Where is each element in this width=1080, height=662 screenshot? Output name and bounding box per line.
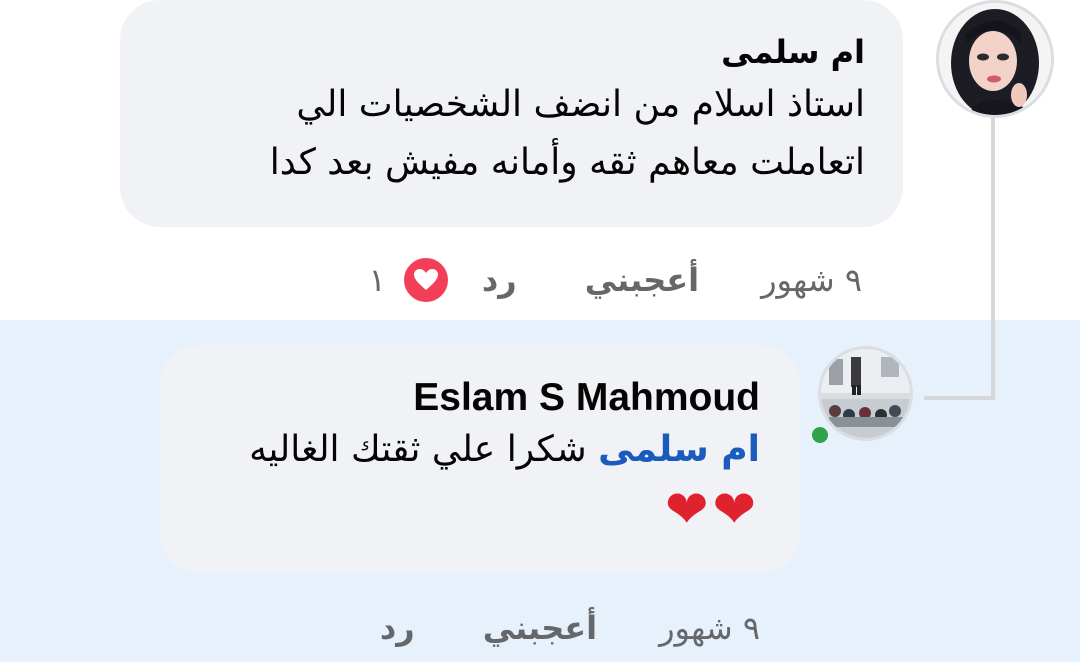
comment-bubble[interactable]: ام سلمى استاذ اسلام من انضف الشخصيات الي… [120, 0, 903, 227]
reply-message: شكرا علي ثقتك الغاليه [249, 429, 587, 470]
comment-thread: ام سلمى استاذ اسلام من انضف الشخصيات الي… [0, 0, 1080, 662]
reply-actions: ٩ شهور أعجبني رد [380, 600, 760, 656]
like-button[interactable]: أعجبني [483, 609, 597, 647]
like-button[interactable]: أعجبني [585, 261, 699, 299]
replier-avatar-image [821, 349, 910, 438]
reply-timestamp[interactable]: ٩ شهور [659, 609, 760, 647]
commenter-avatar[interactable] [936, 0, 1054, 118]
reply-bubble[interactable]: Eslam S Mahmoud ام سلمى شكرا علي ثقتك ال… [160, 345, 800, 573]
comment-timestamp[interactable]: ٩ شهور [761, 261, 862, 299]
reply-text: ام سلمى شكرا علي ثقتك الغاليه [190, 421, 760, 479]
reply-button[interactable]: رد [380, 609, 415, 647]
replier-avatar[interactable] [818, 346, 913, 441]
commenter-name[interactable]: ام سلمى [150, 28, 865, 76]
thread-connector-horizontal [924, 396, 995, 400]
heart-emojis: ❤❤ [664, 480, 760, 540]
reply-button[interactable]: رد [482, 261, 517, 299]
reaction-summary[interactable]: ١ [369, 256, 450, 304]
heart-icon [401, 256, 450, 304]
commenter-avatar-image [939, 3, 1051, 115]
online-status-indicator [809, 424, 831, 446]
thread-connector-vertical [991, 118, 995, 400]
replier-name[interactable]: Eslam S Mahmoud [190, 375, 760, 421]
reaction-count: ١ [368, 261, 386, 299]
comment-text-line: اتعاملت معاهم ثقه وأمانه مفيش بعد كدا [269, 142, 865, 183]
comment-actions: ٩ شهور أعجبني رد ١ [369, 252, 862, 308]
comment-text-line: استاذ اسلام من انضف الشخصيات الي [296, 84, 865, 125]
mention-link[interactable]: ام سلمى [598, 429, 760, 470]
